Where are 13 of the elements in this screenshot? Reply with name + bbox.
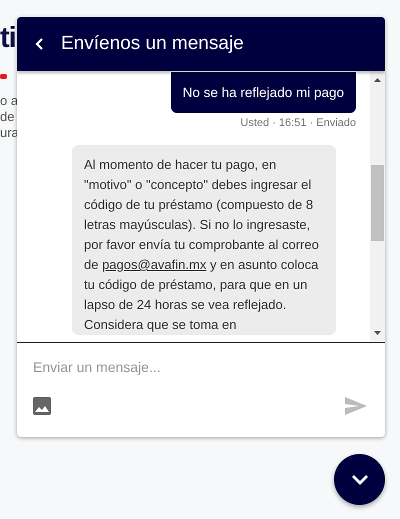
received-message-text: Al momento de hacer tu pago, en "motivo" o "concepto" debes ingresar el código de tu préstamo (compuesto de 8 letras mayúsculas). Si no lo ingresaste, por favor envía tu comprobante al correo de pagos@avafin.mx y en asunto coloca tu código de préstamo, para que en un lapso de 24 horas se vea reflejado. Considera que se toma en: [84, 156, 320, 334]
page-heading: ti: [0, 21, 16, 56]
collapse-chat-button[interactable]: [334, 454, 385, 505]
sent-message: No se ha reflejado mi pago: [170, 72, 356, 113]
message-meta: Usted · 16:51 · Enviado: [240, 117, 356, 129]
scrollbar[interactable]: [370, 71, 385, 342]
chat-title: Envíenos un mensaje: [61, 33, 244, 55]
page-text: de: [0, 109, 14, 125]
page-text: o a: [0, 93, 18, 109]
image-icon[interactable]: [33, 397, 51, 415]
chevron-down-icon: [350, 474, 368, 486]
accent-mark: [0, 74, 7, 79]
email-link[interactable]: pagos@avafin.mx: [102, 257, 206, 272]
